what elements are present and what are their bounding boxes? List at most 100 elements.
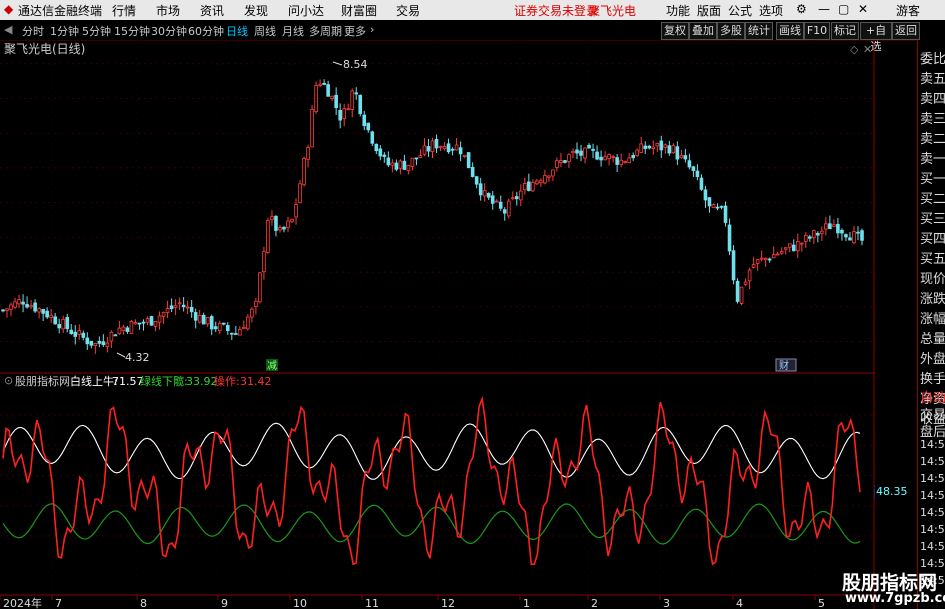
candle-body [334, 94, 338, 109]
back-arrow-icon[interactable]: ◀ [4, 23, 12, 36]
time-label: 12 [441, 597, 455, 609]
period-weekly[interactable]: 周线 [254, 23, 276, 39]
candle-body [739, 286, 744, 304]
candle-body [659, 140, 664, 151]
candle-body [591, 148, 595, 151]
period-5min[interactable]: 5分钟 [82, 23, 111, 39]
panel-close-icon[interactable]: ✕ [863, 43, 872, 56]
period-15min[interactable]: 15分钟 [114, 23, 150, 39]
chevron-right-icon[interactable]: › [370, 23, 374, 36]
candle-body [1, 309, 5, 312]
candle-body [812, 230, 816, 239]
candle-body [519, 190, 523, 201]
period-daily[interactable]: 日线 [226, 23, 248, 39]
candle-body [799, 242, 804, 245]
candle-body [89, 340, 94, 346]
indicator-green-line [2, 503, 861, 545]
l2-value: 33.92 [186, 375, 218, 388]
time-label: 4 [736, 597, 743, 609]
side-field-13: 涨幅 [920, 312, 945, 327]
candle-body [555, 160, 559, 168]
menu-item-zixun[interactable]: 资讯 [200, 2, 224, 19]
candle-body [820, 230, 824, 234]
time-label: 7 [55, 597, 62, 609]
candle-body [302, 158, 306, 186]
candle-body [775, 253, 780, 256]
candle-body [671, 145, 676, 154]
candle-body [848, 237, 852, 241]
side-field-1: 卖五 [920, 72, 945, 87]
time-label: 8 [140, 597, 147, 609]
candle-body [595, 151, 599, 160]
menu-item-hangqing[interactable]: 行情 [112, 2, 136, 19]
candle-body [9, 304, 13, 310]
time-axis: 2024年 7 8 9 10 11 12 1 2 3 4 5 [0, 595, 825, 609]
candle-body [290, 218, 294, 223]
menu-item-xuanxiang[interactable]: 选项 [759, 2, 783, 19]
candle-body [306, 147, 310, 160]
candle-body [579, 150, 583, 156]
candle-body [828, 223, 832, 230]
skin-icon[interactable]: ▢ [838, 2, 849, 16]
btn-duogu[interactable]: 多股 [717, 22, 745, 40]
candle-body [547, 175, 551, 178]
candle-body [278, 227, 282, 231]
side-field-6: 买一 [920, 172, 945, 187]
candle-body [442, 146, 447, 150]
candle-body [330, 95, 334, 99]
candle-body [587, 144, 591, 149]
menu-item-shichang[interactable]: 市场 [156, 2, 180, 19]
period-60min[interactable]: 60分钟 [188, 23, 224, 39]
menu-item-caifuquan[interactable]: 财富圈 [341, 2, 377, 19]
time-label: 2024年 [3, 596, 42, 609]
indicator-settings-icon[interactable]: ⊙ [4, 374, 13, 387]
candle-body [779, 251, 784, 254]
candle-body [795, 241, 800, 252]
low-price-label: 4.32 [125, 351, 150, 364]
period-multi[interactable]: 多周期 [309, 23, 342, 39]
chart-area[interactable]: 聚飞光电(日线) ◇ ✕ 8.54 4.32 减 财 8.508.007.507… [0, 40, 875, 609]
candle-body [370, 131, 375, 144]
btn-huaxian[interactable]: 画线 [776, 22, 804, 40]
period-1min[interactable]: 1分钟 [50, 23, 79, 39]
settings-icon[interactable]: ⚙ [796, 2, 807, 16]
candle-body [430, 140, 435, 152]
menu-item-wenxiaoda[interactable]: 问小达 [288, 2, 324, 19]
btn-diejia[interactable]: 叠加 [689, 22, 717, 40]
btn-fuquan[interactable]: 复权 [661, 22, 689, 40]
menu-item-jiaoyi[interactable]: 交易 [396, 2, 420, 19]
period-more[interactable]: 更多 [344, 23, 366, 39]
candle-body [695, 170, 700, 178]
btn-add-watchlist[interactable]: +自选 [860, 22, 892, 53]
period-30min[interactable]: 30分钟 [151, 23, 187, 39]
menu-item-gongneng[interactable]: 功能 [666, 2, 690, 19]
btn-tongji[interactable]: 统计 [745, 22, 773, 40]
btn-f10[interactable]: F10 [804, 22, 830, 40]
close-icon[interactable]: ✕ [858, 2, 868, 16]
candle-body [113, 334, 118, 337]
candle-body [715, 206, 720, 209]
candle-body [816, 232, 820, 236]
side-field-11: 现价 [920, 272, 945, 287]
candle-body [286, 220, 290, 229]
btn-back[interactable]: 返回 [892, 22, 920, 40]
guest-label[interactable]: 游客 [896, 2, 920, 19]
btn-biaoji[interactable]: 标记 [831, 22, 859, 40]
candle-body [173, 305, 178, 308]
period-fenshi[interactable]: 分时 [22, 23, 44, 39]
candle-body [37, 308, 41, 313]
time-label: 11 [365, 597, 379, 609]
candle-body [703, 189, 708, 201]
menu-item-banmian[interactable]: 版面 [697, 2, 721, 19]
collapse-icon[interactable]: ◇ [850, 43, 859, 56]
menu-item-faxian[interactable]: 发现 [244, 2, 268, 19]
period-monthly[interactable]: 月线 [282, 23, 304, 39]
menu-item-gongshi[interactable]: 公式 [728, 2, 752, 19]
candle-body [771, 254, 776, 259]
candle-body [229, 332, 234, 335]
minimize-icon[interactable]: — [818, 2, 830, 16]
candle-body [498, 201, 503, 209]
login-status[interactable]: 证券交易未登录 [514, 2, 598, 19]
candle-body [683, 155, 688, 160]
indicator-name: 股朋指标网 [15, 374, 70, 388]
